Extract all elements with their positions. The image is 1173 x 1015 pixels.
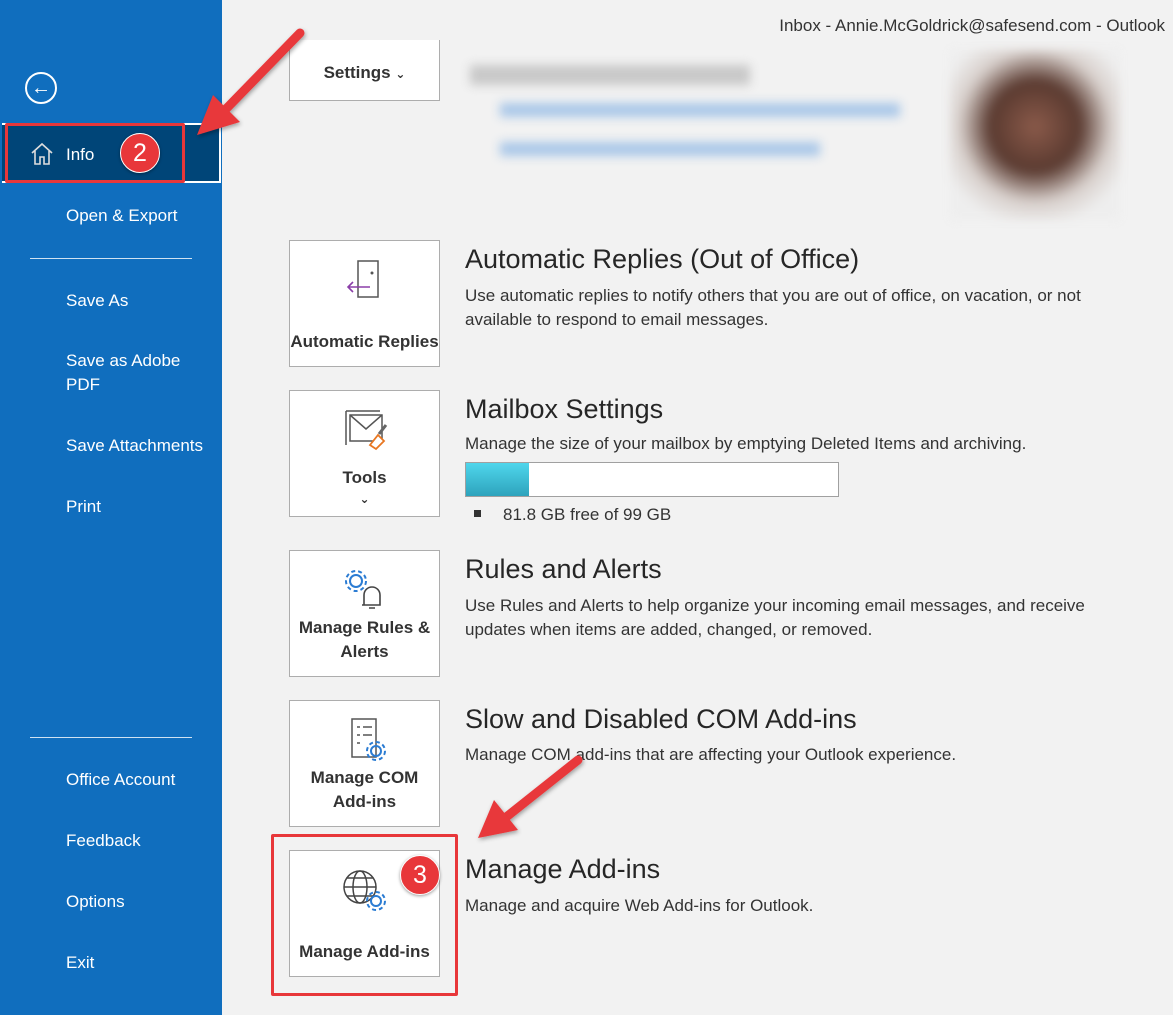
account-link-blurred [500,103,900,117]
sidebar-item-office-account[interactable]: Office Account [66,768,175,792]
section-title: Slow and Disabled COM Add-ins [465,704,857,734]
profile-photo-blurred [950,50,1120,220]
automatic-replies-button[interactable]: Automatic Replies [289,240,440,367]
section-description: Use automatic replies to notify others t… [465,286,1081,329]
account-info-blurred [470,65,750,85]
chevron-down-icon: ⌄ [359,492,370,506]
tile-label: Manage Rules & Alerts [298,618,431,661]
section-title: Rules and Alerts [465,554,662,584]
door-exit-icon [346,260,379,298]
storage-bar-fill [466,463,530,496]
tile-label: Tools [342,468,387,487]
sidebar-item-options[interactable]: Options [66,890,125,914]
annotation-arrow [478,755,583,838]
divider [30,737,192,738]
sidebar-item-open-export[interactable]: Open & Export [66,204,178,228]
account-settings-label: Settings [323,63,391,82]
section-title: Automatic Replies (Out of Office) [465,244,860,274]
bullet-icon [474,510,481,517]
sidebar-item-save-attachments[interactable]: Save Attachments [66,434,203,458]
mailbox-storage-bar [465,462,839,497]
sidebar-item-save-adobe-pdf[interactable]: Save as Adobe PDF [66,349,196,397]
window-title: Inbox - Annie.McGoldrick@safesend.com - … [779,16,1165,35]
sidebar-item-print[interactable]: Print [66,495,101,519]
com-addins-icon [350,718,386,761]
annotation-step-badge: 3 [400,855,440,895]
tile-label: Manage COM Add-ins [310,768,419,811]
chevron-down-icon: ⌄ [395,67,406,81]
tools-button[interactable]: Tools ⌄ [289,390,440,517]
sidebar-item-feedback[interactable]: Feedback [66,829,141,853]
section-description: Manage and acquire Web Add-ins for Outlo… [465,896,814,915]
section-description: Manage the size of your mailbox by empty… [465,434,1027,453]
account-link-blurred [500,142,820,156]
manage-rules-alerts-button[interactable]: Manage Rules & Alerts [289,550,440,677]
sidebar-item-save-as[interactable]: Save As [66,289,128,313]
mailbox-cleanup-icon [344,410,387,451]
manage-com-addins-button[interactable]: Manage COM Add-ins [289,700,440,827]
sidebar-item-exit[interactable]: Exit [66,951,94,975]
tile-label: Automatic Replies [290,332,439,351]
rules-bell-icon [344,570,381,609]
divider [30,258,192,259]
back-arrow-icon[interactable]: ← [25,72,57,104]
section-description: Use Rules and Alerts to help organize yo… [465,596,1085,639]
section-title: Mailbox Settings [465,394,664,424]
annotation-step-badge: 2 [120,133,160,173]
storage-text: 81.8 GB free of 99 GB [503,505,672,524]
account-settings-button[interactable]: Settings ⌄ [289,40,440,101]
section-title: Manage Add-ins [465,854,661,884]
section-description: Manage COM add-ins that are affecting yo… [465,745,957,764]
